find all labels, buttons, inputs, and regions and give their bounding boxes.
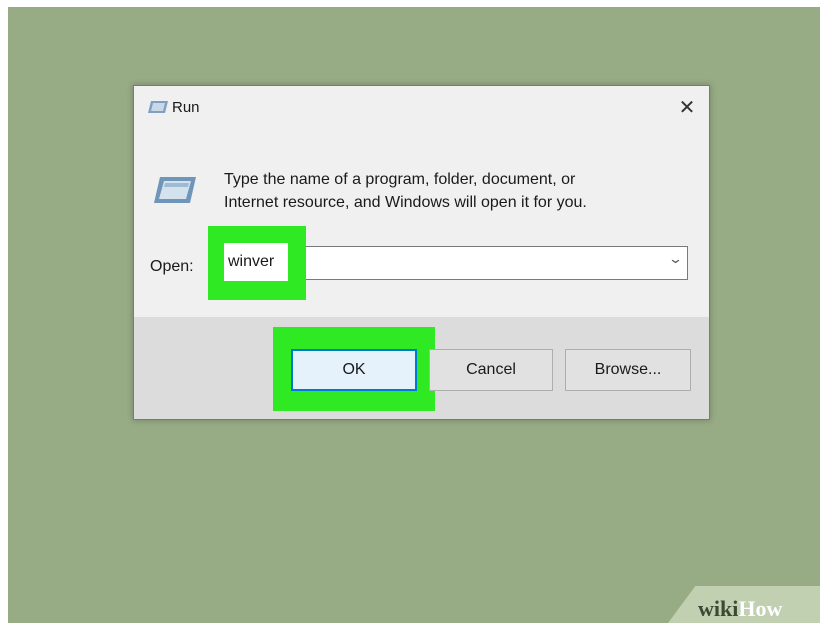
instruction-text: Type the name of a program, folder, docu… [224, 168, 664, 214]
dialog-title: Run [172, 99, 200, 116]
title-bar[interactable]: Run ✕ [134, 86, 709, 130]
watermark-part2: How [738, 596, 783, 621]
chevron-down-icon[interactable]: ⌄ [668, 251, 683, 267]
wikihow-watermark: wikiHow [698, 596, 782, 622]
ok-button[interactable]: OK [291, 349, 417, 391]
watermark-part1: wiki [698, 596, 739, 621]
close-button[interactable]: ✕ [669, 92, 705, 124]
input-highlight-text-box: winver [224, 243, 288, 281]
run-icon [148, 101, 168, 113]
instruction-line: Type the name of a program, folder, docu… [224, 171, 576, 188]
browse-button[interactable]: Browse... [565, 349, 691, 391]
run-program-icon [154, 177, 196, 203]
run-dialog: Run ✕ Type the name of a program, folder… [133, 85, 710, 420]
instruction-line: Internet resource, and Windows will open… [224, 194, 587, 211]
open-label: Open: [150, 258, 194, 275]
input-highlight: winver [208, 226, 306, 300]
cancel-button[interactable]: Cancel [429, 349, 553, 391]
close-icon: ✕ [678, 97, 696, 119]
open-input-value: winver [228, 253, 275, 270]
